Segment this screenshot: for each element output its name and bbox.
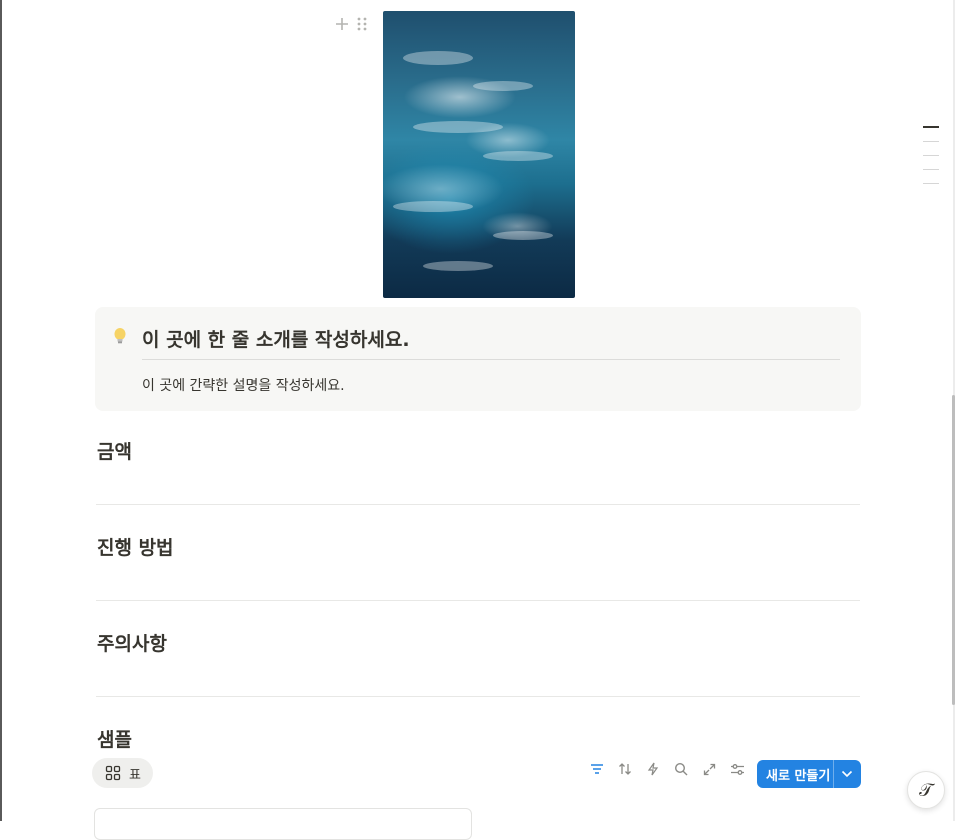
divider — [96, 600, 860, 601]
block-handles — [334, 16, 368, 32]
plus-icon[interactable] — [334, 16, 350, 32]
table-card[interactable] — [94, 808, 472, 840]
divider — [96, 504, 860, 505]
heading-amount[interactable]: 금액 — [97, 437, 132, 464]
divider — [96, 696, 860, 697]
heading-sample[interactable]: 샘플 — [97, 725, 132, 752]
database-toolbar — [588, 760, 746, 778]
toc-line[interactable] — [923, 169, 939, 170]
automation-icon[interactable] — [644, 760, 662, 778]
new-button[interactable]: 새로 만들기 — [757, 760, 861, 788]
heading-cautions[interactable]: 주의사항 — [97, 629, 167, 656]
callout-block[interactable]: 이 곳에 한 줄 소개를 작성하세요. 이 곳에 간략한 설명을 작성하세요. — [95, 307, 861, 411]
settings-icon[interactable] — [728, 760, 746, 778]
toc-line[interactable] — [923, 155, 939, 156]
grid-icon — [105, 765, 121, 781]
window-left-border — [0, 0, 2, 821]
toc-line[interactable] — [923, 126, 939, 128]
callout-body[interactable]: 이 곳에 간략한 설명을 작성하세요. — [142, 375, 345, 395]
chevron-down-icon[interactable] — [834, 760, 861, 788]
filter-icon[interactable] — [588, 760, 606, 778]
help-icon[interactable]: 𝒯 — [907, 771, 945, 809]
search-icon[interactable] — [672, 760, 690, 778]
new-button-label[interactable]: 새로 만들기 — [757, 765, 833, 784]
lightbulb-icon[interactable] — [113, 327, 127, 345]
table-of-contents-minimap[interactable] — [923, 126, 939, 197]
sort-icon[interactable] — [616, 760, 634, 778]
tab-table-view[interactable]: 표 — [92, 758, 153, 788]
toc-line[interactable] — [923, 183, 939, 184]
heading-procedure[interactable]: 진행 방법 — [97, 533, 174, 560]
divider — [142, 359, 840, 360]
tab-label: 표 — [129, 767, 141, 783]
ocean-image[interactable] — [383, 11, 575, 298]
drag-icon[interactable] — [356, 16, 368, 32]
expand-icon[interactable] — [700, 760, 718, 778]
toc-line[interactable] — [923, 141, 939, 142]
callout-title[interactable]: 이 곳에 한 줄 소개를 작성하세요. — [142, 325, 410, 352]
